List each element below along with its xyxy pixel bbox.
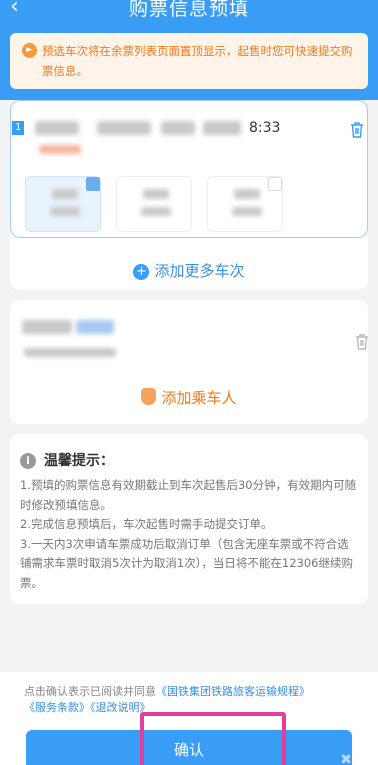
seat-count-blurred: [232, 207, 262, 216]
checkbox-icon: [268, 177, 282, 191]
departure-time: 8:33: [249, 120, 281, 136]
add-passenger-button[interactable]: 添加乘车人: [10, 387, 368, 408]
train-card: 1 8:33 + 添加更多车次: [10, 100, 368, 290]
seat-type-blurred: [234, 189, 260, 199]
terms-link[interactable]: 《服务条款》: [24, 701, 90, 714]
trash-icon[interactable]: [349, 121, 365, 139]
tips-card: i 温馨提示： 1.预填的购票信息有效期截止到车次起售后30分钟，有效期内可随时修…: [10, 434, 368, 604]
highlight-box: [140, 712, 286, 765]
notice-banner: ► 预选车次将在余票列表页面置顶显示，起售时您可快速提交购票信息。: [10, 33, 368, 89]
seat-option[interactable]: [207, 176, 283, 232]
tip-item: 1.预填的购票信息有效期截止到车次起售后30分钟，有效期内可随时修改预填信息。: [20, 478, 357, 512]
rules-link[interactable]: 《国铁集团铁路旅客运输规程》: [156, 685, 310, 698]
megaphone-icon: ►: [22, 43, 37, 58]
header-bar: ‹ 购票信息预填: [0, 0, 378, 32]
passenger-type-blurred: [76, 320, 114, 334]
selected-train[interactable]: 1 8:33: [10, 100, 368, 238]
seat-type-blurred: [52, 189, 78, 199]
agreement-prefix: 点击确认表示已阅读并同意: [24, 685, 156, 698]
trash-icon[interactable]: [354, 333, 370, 351]
passenger-id-blurred: [24, 348, 116, 357]
seat-count-blurred: [50, 207, 80, 216]
seat-option[interactable]: [25, 176, 101, 232]
tip-item: 3.一天内3次申请车票成功后取消订单（包含无座车票或不符合选铺需求车票时取消5次…: [20, 536, 353, 590]
train-number-badge: 1: [12, 121, 25, 135]
train-info-blurred: [203, 121, 241, 135]
page-title: 购票信息预填: [128, 0, 249, 20]
seat-count-blurred: [141, 207, 171, 216]
train-info-blurred: [97, 121, 151, 135]
train-info-blurred: [35, 121, 79, 135]
train-date-blurred: [39, 145, 81, 154]
tips-title: 温馨提示：: [44, 453, 114, 469]
seat-option[interactable]: [116, 176, 192, 232]
passenger-card: 添加乘车人: [10, 300, 368, 424]
info-icon: i: [20, 453, 36, 469]
tips-list: 1.预填的购票信息有效期截止到车次起售后30分钟，有效期内可随时修改预填信息。 …: [20, 476, 360, 593]
hand-icon: [141, 388, 157, 405]
train-info-blurred: [161, 121, 195, 135]
add-passenger-label: 添加乘车人: [161, 389, 237, 407]
plus-circle-icon: +: [133, 264, 150, 280]
add-more-trains-label: 添加更多车次: [154, 262, 245, 280]
tips-header: i 温馨提示：: [20, 450, 114, 470]
close-icon: ✖: [340, 752, 352, 765]
add-more-trains-button[interactable]: + 添加更多车次: [10, 260, 368, 281]
tip-item: 2.完成信息预填后，车次起售时需手动提交订单。: [20, 517, 273, 531]
passenger-name-blurred: [22, 320, 72, 334]
seat-type-blurred: [143, 189, 169, 199]
check-icon: [86, 177, 100, 191]
notice-text: 预选车次将在余票列表页面置顶显示，起售时您可快速提交购票信息。: [42, 44, 353, 78]
